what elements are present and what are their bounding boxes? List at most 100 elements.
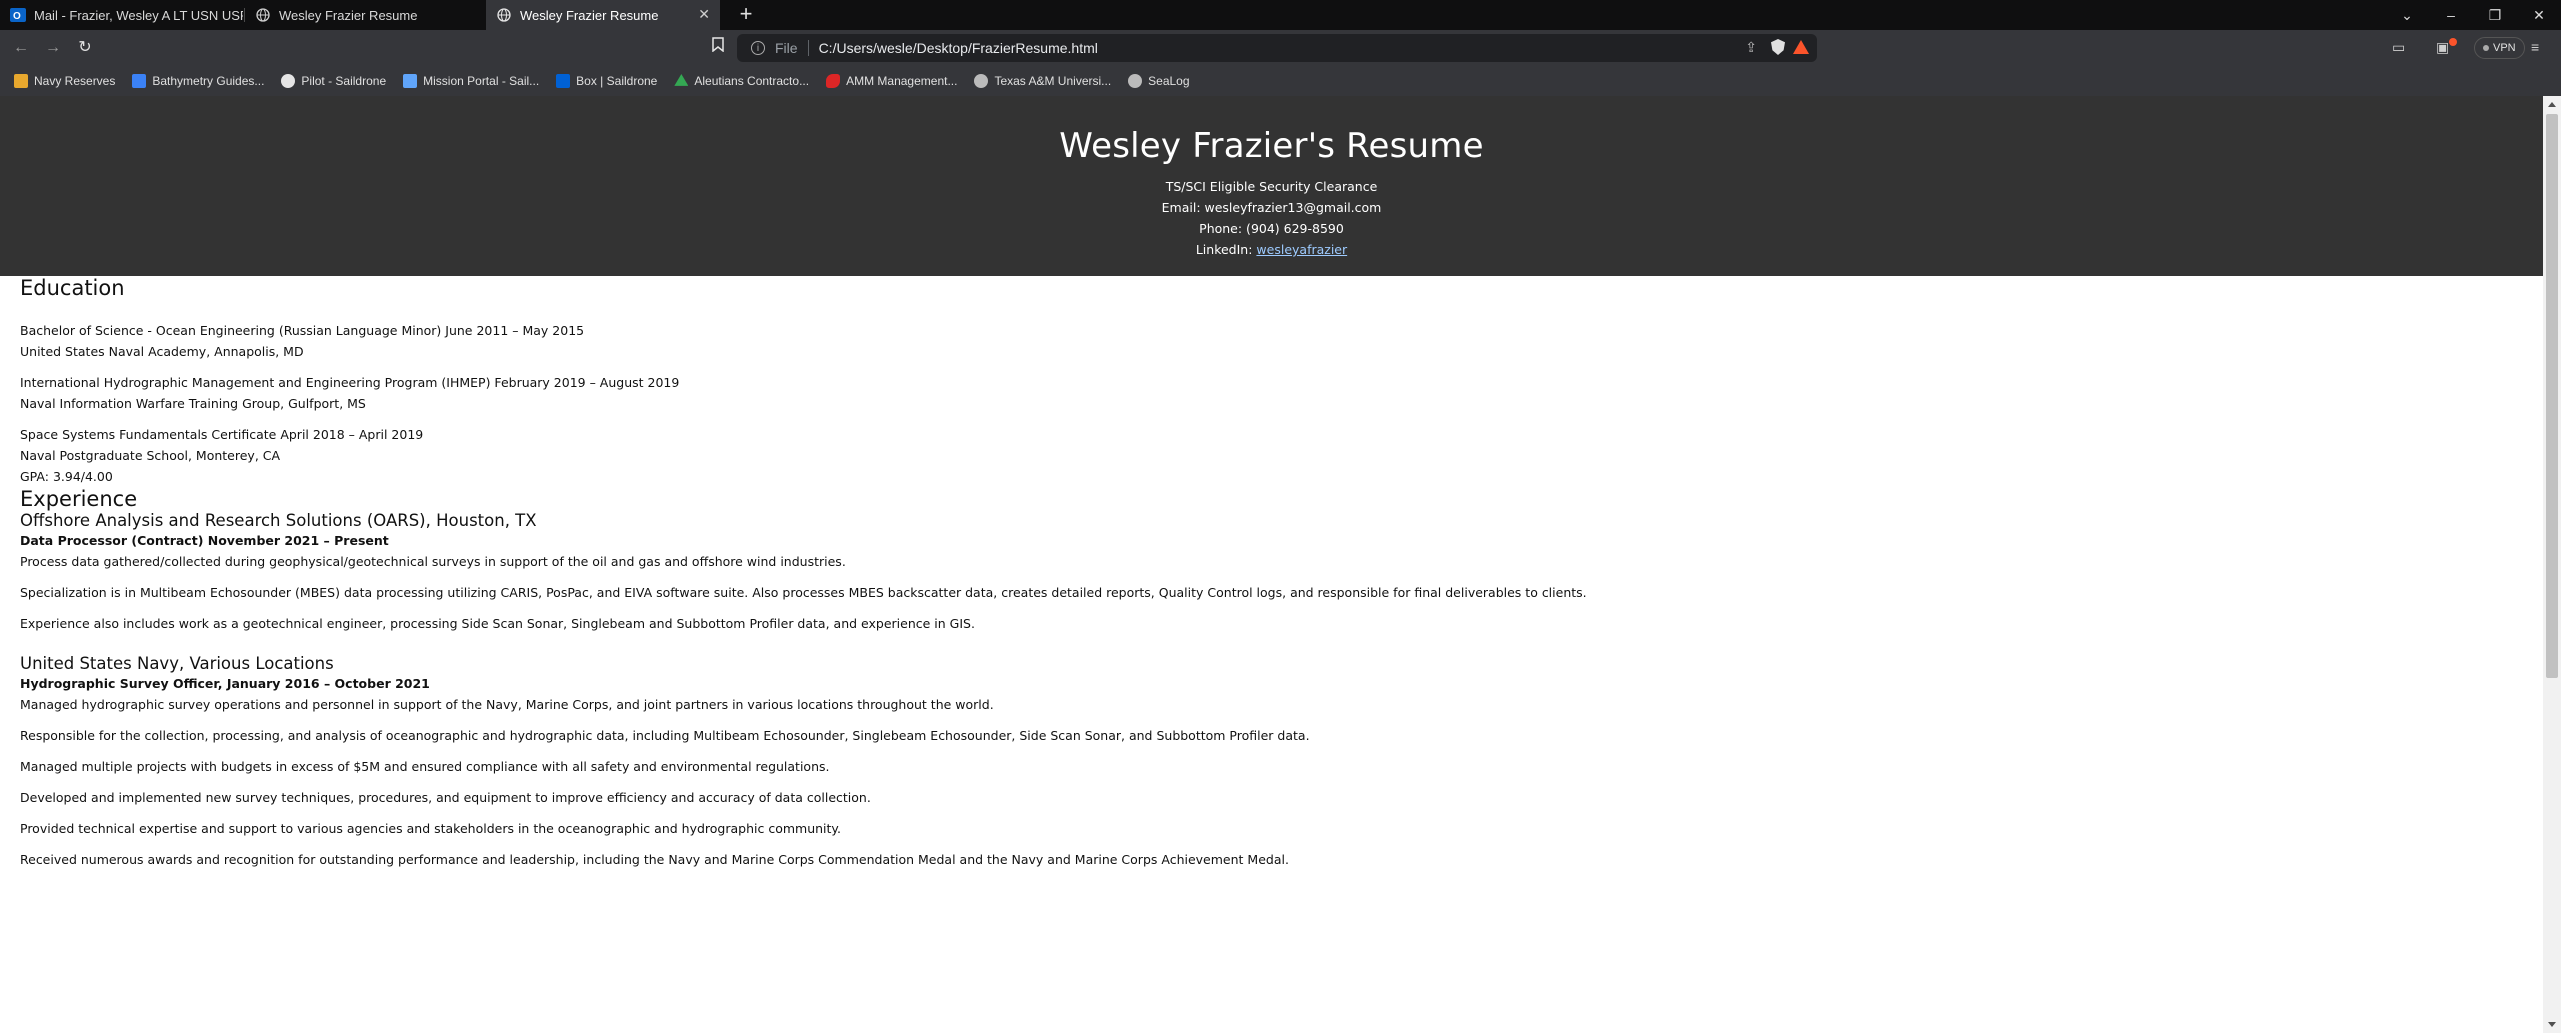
close-window-button[interactable]: ✕ — [2517, 0, 2561, 30]
box-icon — [556, 74, 571, 88]
reload-button[interactable]: ↻ — [74, 37, 96, 59]
degree-line: Space Systems Fundamentals Certificate A… — [20, 427, 424, 442]
school-line: Naval Information Warfare Training Group… — [20, 396, 366, 411]
duty-item: Experience also includes work as a geote… — [20, 616, 975, 631]
back-button[interactable]: ← — [10, 37, 32, 59]
trend-icon — [403, 74, 418, 88]
degree-line: Bachelor of Science - Ocean Engineering … — [20, 323, 585, 338]
bookmark-label: Bathymetry Guides... — [152, 74, 265, 88]
info-icon[interactable]: i — [751, 41, 765, 55]
outlook-icon: O — [10, 7, 26, 23]
bookmark-label: Texas A&M Universi... — [994, 74, 1112, 88]
duty-item: Managed hydrographic survey operations a… — [20, 697, 994, 712]
resume-header: Wesley Frazier's Resume TS/SCI Eligible … — [0, 96, 2543, 276]
fish-icon — [826, 74, 841, 88]
chart-icon — [132, 74, 147, 88]
tab-search-icon[interactable]: ⌄ — [2385, 0, 2429, 30]
resume-body: Education Bachelor of Science - Ocean En… — [0, 276, 2543, 870]
bookmark-amm[interactable]: AMM Management... — [826, 74, 957, 88]
duty-item: Specialization is in Multibeam Echosound… — [20, 585, 1587, 600]
clearance-text: TS/SCI Eligible Security Clearance — [1165, 179, 1378, 194]
employer-heading: United States Navy, Various Locations — [20, 654, 334, 673]
education-entry: Bachelor of Science - Ocean Engineering … — [20, 320, 2543, 362]
bookmark-aleutians[interactable]: Aleutians Contracto... — [674, 74, 809, 88]
duty-item: Developed and implemented new survey tec… — [20, 790, 871, 805]
omnibox-divider — [807, 40, 809, 56]
url-scheme: File — [775, 40, 798, 56]
folder-icon — [14, 74, 28, 88]
duty-item: Responsible for the collection, processi… — [20, 728, 1310, 743]
globe-icon — [255, 7, 271, 23]
bookmark-sealog[interactable]: SeaLog — [1128, 74, 1190, 88]
brave-rewards-icon[interactable] — [1793, 40, 1809, 54]
bookmark-label: Pilot - Saildrone — [301, 74, 387, 88]
phone-text: Phone: (904) 629-8590 — [1199, 221, 1344, 236]
linkedin-line: LinkedIn: wesleyafrazier — [0, 239, 2543, 260]
globe-icon — [1128, 74, 1143, 88]
browser-toolbar: ← → ↻ i File C:/Users/wesle/Desktop/Fraz… — [0, 30, 2561, 66]
bookmark-label: Box | Saildrone — [576, 74, 658, 88]
page-title: Wesley Frazier's Resume — [1059, 126, 1484, 166]
tab-strip: O Mail - Frazier, Wesley A LT USN USFFC … — [0, 0, 2561, 30]
duty-item: Received numerous awards and recognition… — [20, 852, 1289, 867]
duty-item: Provided technical expertise and support… — [20, 821, 842, 836]
scroll-up-icon[interactable] — [2548, 102, 2556, 107]
tab-resume-active[interactable]: Wesley Frazier Resume ✕ — [486, 0, 720, 30]
education-entry: Space Systems Fundamentals Certificate A… — [20, 424, 2543, 487]
position-title: Data Processor (Contract) November 2021 … — [20, 533, 389, 548]
school-line: Naval Postgraduate School, Monterey, CA — [20, 448, 281, 463]
tab-resume-1[interactable]: Wesley Frazier Resume — [245, 0, 488, 30]
bookmark-label: Navy Reserves — [34, 74, 116, 88]
compass-icon — [281, 74, 296, 88]
bookmark-label: SeaLog — [1148, 74, 1190, 88]
menu-icon[interactable]: ≡ — [2531, 39, 2539, 55]
tab-mail[interactable]: O Mail - Frazier, Wesley A LT USN USFFC — [0, 0, 243, 30]
restore-button[interactable]: ❐ — [2473, 0, 2517, 30]
experience-heading: Experience — [20, 487, 138, 511]
bookmark-label: AMM Management... — [846, 74, 958, 88]
bookmark-texas-am[interactable]: Texas A&M Universi... — [974, 74, 1111, 88]
position-title: Hydrographic Survey Officer, January 201… — [20, 676, 430, 691]
tab-title: Mail - Frazier, Wesley A LT USN USFFC — [34, 7, 243, 23]
svg-text:O: O — [13, 11, 21, 22]
bookmark-pilot[interactable]: Pilot - Saildrone — [281, 74, 386, 88]
bookmark-bathymetry[interactable]: Bathymetry Guides... — [132, 74, 264, 88]
bookmark-navy-reserves[interactable]: Navy Reserves — [14, 74, 115, 88]
new-tab-button[interactable]: + — [734, 3, 758, 27]
minimize-button[interactable]: – — [2429, 0, 2473, 30]
vpn-button[interactable]: VPN — [2474, 37, 2525, 59]
close-tab-icon[interactable]: ✕ — [698, 6, 710, 23]
forward-button[interactable]: → — [42, 37, 64, 59]
url-text[interactable]: C:/Users/wesle/Desktop/FrazierResume.htm… — [819, 40, 1098, 56]
page-scrollbar[interactable] — [2543, 96, 2561, 1033]
address-bar[interactable]: i File C:/Users/wesle/Desktop/FrazierRes… — [737, 34, 1817, 62]
bookmark-mission-portal[interactable]: Mission Portal - Sail... — [403, 74, 539, 88]
scroll-down-icon[interactable] — [2548, 1022, 2556, 1027]
globe-icon — [496, 7, 512, 23]
bookmark-label: Aleutians Contracto... — [694, 74, 810, 88]
vpn-label: VPN — [2493, 42, 2516, 54]
scrollbar-thumb[interactable] — [2546, 114, 2558, 678]
sidebar-icon[interactable]: ▭ — [2392, 39, 2405, 56]
bookmark-box[interactable]: Box | Saildrone — [556, 74, 657, 88]
email-text: Email: wesleyfrazier13@gmail.com — [1161, 200, 1382, 215]
bookmark-page-icon[interactable] — [708, 37, 728, 59]
brave-shields-icon[interactable] — [1771, 39, 1785, 55]
window-controls: ⌄ – ❐ ✕ — [2385, 0, 2561, 30]
linkedin-label: LinkedIn: — [1195, 242, 1257, 257]
tab-title: Wesley Frazier Resume — [520, 7, 659, 23]
education-entry: International Hydrographic Management an… — [20, 372, 2543, 414]
bookmarks-bar: Navy Reserves Bathymetry Guides... Pilot… — [0, 66, 2561, 96]
duty-item: Managed multiple projects with budgets i… — [20, 759, 830, 774]
gpa-line: GPA: 3.94/4.00 — [20, 469, 113, 484]
education-heading: Education — [20, 276, 125, 300]
wallet-icon[interactable]: ▣ — [2436, 39, 2449, 56]
share-icon[interactable]: ⇪ — [1745, 39, 1757, 56]
duty-item: Process data gathered/collected during g… — [20, 554, 846, 569]
linkedin-link[interactable]: wesleyafrazier — [1256, 242, 1347, 257]
school-line: United States Naval Academy, Annapolis, … — [20, 344, 304, 359]
tab-title: Wesley Frazier Resume — [279, 7, 418, 23]
page-viewport: Wesley Frazier's Resume TS/SCI Eligible … — [0, 96, 2543, 1033]
bookmark-label: Mission Portal - Sail... — [423, 74, 540, 88]
globe-icon — [974, 74, 989, 88]
